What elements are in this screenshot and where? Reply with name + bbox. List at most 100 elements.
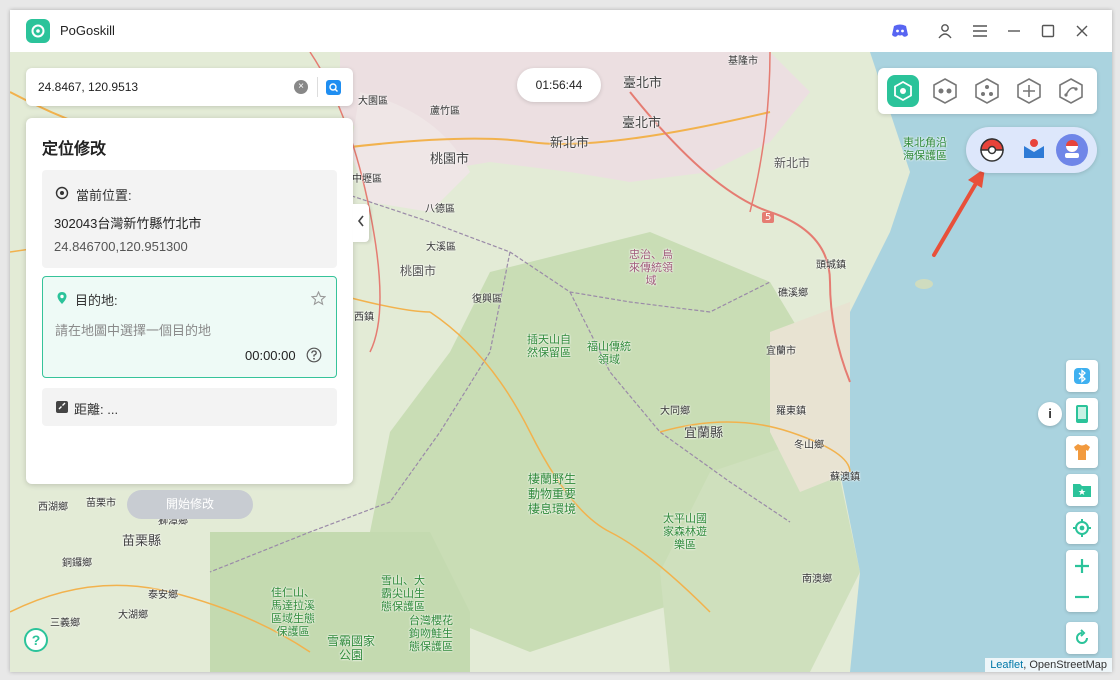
- distance-card: 距離: ...: [42, 388, 337, 426]
- info-button[interactable]: i: [1038, 402, 1062, 426]
- map-label: 忠治、烏 來傳統領 域: [629, 248, 673, 287]
- map-label: 新北市: [774, 156, 811, 170]
- phone-icon: [1076, 405, 1088, 423]
- map-attribution: Leaflet, OpenStreetMap: [985, 658, 1112, 672]
- joystick-icon: [1017, 78, 1041, 104]
- bluetooth-button[interactable]: [1066, 360, 1098, 392]
- teleport-mode-button[interactable]: [887, 75, 919, 107]
- reset-button[interactable]: [1066, 622, 1098, 654]
- menu-icon[interactable]: [970, 21, 990, 41]
- zoom-out-icon[interactable]: [1073, 588, 1091, 606]
- highway-shield: 5: [762, 212, 775, 223]
- current-location-card: 當前位置: 302043台灣新竹縣竹北市 24.846700,120.95130…: [42, 170, 337, 268]
- pokeball-icon: [980, 138, 1004, 162]
- map-label: 臺北市: [622, 116, 662, 131]
- app-title: PoGoskill: [60, 23, 115, 38]
- bluetooth-icon: [1074, 368, 1090, 384]
- user-icon[interactable]: [935, 21, 955, 41]
- joystick-mode-button[interactable]: [1013, 75, 1045, 107]
- pokemon-app-button[interactable]: [1056, 134, 1088, 166]
- crosshair-icon: [1073, 519, 1091, 537]
- map-label: 基隆市: [728, 56, 758, 67]
- star-icon[interactable]: [311, 291, 326, 306]
- map-label: 中壢區: [352, 174, 382, 185]
- map-label: 羅東鎮: [776, 406, 806, 417]
- map-label: 臺北市: [623, 76, 663, 91]
- start-modify-button[interactable]: 開始修改: [127, 490, 253, 519]
- locate-me-button[interactable]: [1066, 512, 1098, 544]
- help-icon[interactable]: [306, 347, 322, 363]
- game-switcher: [966, 127, 1097, 173]
- map-label: 礁溪鄉: [778, 288, 808, 299]
- multi-spot-mode-button[interactable]: [971, 75, 1003, 107]
- two-spot-mode-button[interactable]: [929, 75, 961, 107]
- maximize-icon[interactable]: [1038, 21, 1058, 41]
- mode-toolbar: [878, 68, 1097, 114]
- search-bar: ×: [26, 68, 353, 106]
- discord-icon[interactable]: [890, 21, 910, 41]
- clear-search-icon[interactable]: ×: [294, 80, 308, 94]
- map-label: 佳仁山、 馬達拉溪 區域生態 保護區: [271, 586, 315, 638]
- pokemon-stack-icon: [1065, 140, 1079, 158]
- monster-hunter-icon: [1024, 139, 1044, 158]
- map-label: 南澳鄉: [802, 574, 832, 585]
- distance-icon: [56, 401, 68, 413]
- map-label: 銅鑼鄉: [62, 558, 92, 569]
- multi-spot-icon: [975, 78, 999, 104]
- zoom-control: [1066, 550, 1098, 612]
- pokemon-go-button[interactable]: [976, 134, 1008, 166]
- minimize-icon[interactable]: [1004, 21, 1024, 41]
- map-label: 桃園市: [400, 264, 437, 278]
- app-window: PoGoskill 基隆市 臺北市 臺北市 新北市 新北市 桃園市 桃園市 大園…: [10, 10, 1112, 672]
- map-label: 三義鄉: [50, 618, 80, 629]
- current-location-label: 當前位置:: [76, 188, 132, 203]
- destination-time: 00:00:00: [245, 348, 296, 363]
- map-label: 宜蘭市: [766, 346, 796, 357]
- route-icon: [1059, 78, 1083, 104]
- map-label: 台灣櫻花 鉤吻鮭生 態保護區: [409, 614, 453, 653]
- skin-button[interactable]: [1066, 436, 1098, 468]
- monster-hunter-button[interactable]: [1018, 134, 1050, 166]
- map-label: 棲蘭野生 動物重要 棲息環境: [527, 472, 576, 516]
- map-label: 苗栗市: [86, 498, 116, 509]
- close-icon[interactable]: [1072, 21, 1092, 41]
- map-view[interactable]: 基隆市 臺北市 臺北市 新北市 新北市 桃園市 桃園市 大園區 蘆竹區 中壢區 …: [10, 52, 1112, 672]
- map-label: 冬山鄉: [794, 440, 824, 451]
- collapse-panel-button[interactable]: [353, 204, 369, 242]
- destination-placeholder: 請在地圖中選擇一個目的地: [55, 323, 212, 338]
- titlebar: PoGoskill: [10, 10, 1112, 52]
- teleport-icon: [894, 80, 912, 102]
- destination-card[interactable]: 目的地: 請在地圖中選擇一個目的地 00:00:00: [42, 276, 337, 378]
- distance-label: 距離: ...: [74, 402, 119, 417]
- app-logo-icon: [26, 19, 50, 43]
- shirt-icon: [1074, 444, 1090, 460]
- refresh-icon: [1076, 629, 1088, 644]
- map-label: 新北市: [550, 136, 590, 151]
- map-label: 東北角沿 海保護區: [903, 136, 947, 162]
- map-label: 八德區: [425, 204, 455, 215]
- target-icon: [55, 186, 69, 200]
- saved-spots-button[interactable]: [1066, 474, 1098, 506]
- device-button[interactable]: [1066, 398, 1098, 430]
- coordinate-search-input[interactable]: [38, 77, 288, 97]
- map-label: 頭城鎮: [816, 260, 846, 271]
- cooldown-timer: 01:56:44: [517, 68, 601, 102]
- leaflet-link[interactable]: Leaflet: [990, 659, 1023, 671]
- map-label: 太平山國 家森林遊 樂區: [663, 512, 707, 551]
- zoom-in-icon[interactable]: [1073, 557, 1091, 575]
- search-button[interactable]: [326, 80, 341, 95]
- current-address: 302043台灣新竹縣竹北市: [54, 216, 202, 231]
- location-pin-icon: [57, 292, 67, 304]
- map-label: 西鎮: [354, 312, 374, 323]
- current-coordinates: 24.846700,120.951300: [54, 239, 188, 254]
- search-icon: [329, 83, 338, 92]
- map-label: 大湖鄉: [118, 610, 148, 621]
- map-label: 復興區: [472, 294, 502, 305]
- map-label: 苗栗縣: [122, 534, 162, 549]
- help-button[interactable]: ?: [24, 628, 48, 652]
- osm-credit[interactable]: , OpenStreetMap: [1023, 659, 1107, 671]
- route-mode-button[interactable]: [1055, 75, 1087, 107]
- chevron-left-icon: [357, 215, 364, 227]
- map-label: 插天山自 然保留區: [527, 333, 571, 359]
- map-label: 蘇澳鎮: [830, 472, 860, 483]
